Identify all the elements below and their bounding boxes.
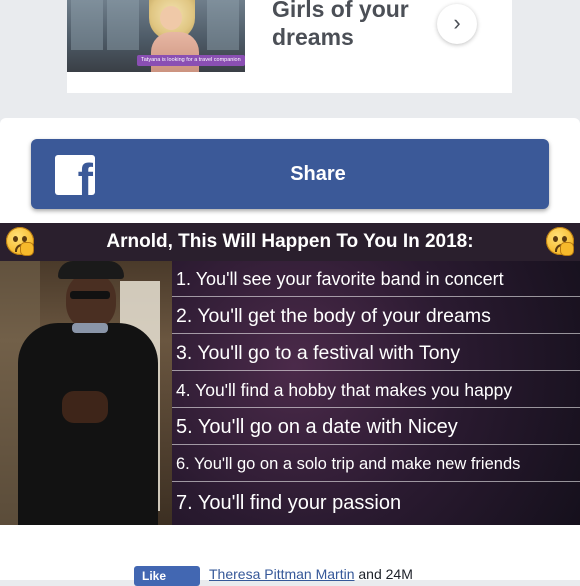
banner-header: Arnold, This Will Happen To You In 2018: <box>0 223 580 261</box>
thinking-face-icon <box>546 227 574 255</box>
list-item: 6. You'll go on a solo trip and make new… <box>172 446 580 482</box>
list-item: 5. You'll go on a date with Nicey <box>172 409 580 445</box>
ad-title[interactable]: Girls of your dreams <box>272 0 452 51</box>
ad-caption: Tatyana is looking for a travel companio… <box>137 55 245 66</box>
like-button[interactable]: Like <box>134 566 200 586</box>
list-item: 1. You'll see your favorite band in conc… <box>172 261 580 297</box>
chevron-right-icon[interactable]: › <box>437 4 477 44</box>
list-item: 3. You'll go to a festival with Tony <box>172 335 580 371</box>
prediction-banner[interactable]: Arnold, This Will Happen To You In 2018:… <box>0 223 580 525</box>
share-label: Share <box>290 163 346 185</box>
banner-title: Arnold, This Will Happen To You In 2018: <box>106 231 474 252</box>
share-button[interactable]: f Share <box>31 139 549 209</box>
ad-photo[interactable]: Tatyana is looking for a travel companio… <box>67 0 245 72</box>
list-item: 7. You'll find your passion <box>176 492 402 514</box>
profile-photo <box>0 261 172 525</box>
prediction-list: 1. You'll see your favorite band in conc… <box>172 261 580 525</box>
list-item: 4. You'll find a hobby that makes you ha… <box>172 372 580 408</box>
ad-card[interactable]: Tatyana is looking for a travel companio… <box>67 0 512 93</box>
list-item: 2. You'll get the body of your dreams <box>172 298 580 334</box>
